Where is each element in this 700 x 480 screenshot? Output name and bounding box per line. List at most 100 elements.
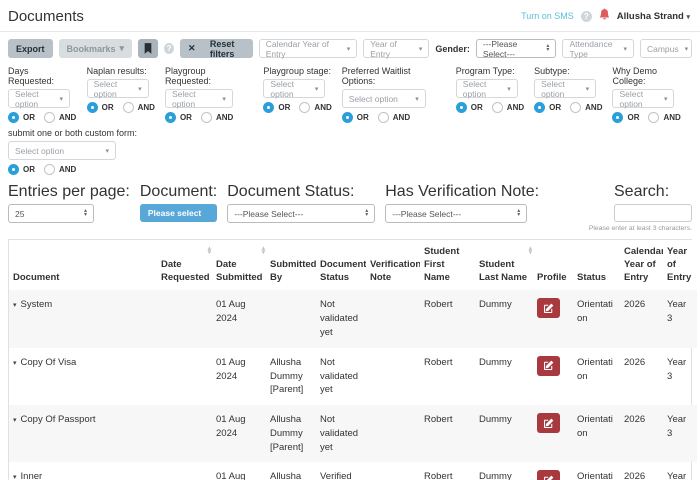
and-label: AND [59, 113, 76, 122]
custom-form-dropdown[interactable]: Select option▾ [8, 141, 116, 160]
select-placeholder: Select option [349, 94, 398, 104]
filter-why-demo-college: Why Demo College: Select option▾ ORAND [612, 66, 692, 123]
search-input[interactable] [614, 204, 692, 222]
filter-playgroup-stage: Playgroup stage: Select option▾ ORAND [263, 66, 331, 123]
top-header: Documents Turn on SMS ? Allusha Strand ▾ [0, 0, 700, 32]
year-of-entry-dropdown[interactable]: Year of Entry ▾ [363, 39, 429, 58]
turn-on-sms-link[interactable]: Turn on SMS [521, 11, 574, 21]
bookmarks-dropdown-button[interactable]: Bookmarks ▾ [59, 39, 133, 58]
calendar-year-of-entry-dropdown[interactable]: Calendar Year of Entry ▾ [259, 39, 358, 58]
preferred-waitlist-options-dropdown[interactable]: Select option ▾ [342, 89, 426, 108]
or-radio[interactable] [342, 112, 353, 123]
col-date-requested[interactable]: Date Requested▴▾ [157, 240, 212, 290]
gender-select[interactable]: ---Please Select--- ▴▾ [476, 39, 557, 58]
or-radio[interactable] [456, 102, 467, 113]
date-submitted-cell: 01 Aug 2024 [212, 462, 266, 480]
playgroup-requested-dropdown[interactable]: Select option▾ [165, 89, 233, 108]
calendar-year-of-entry-placeholder: Calendar Year of Entry [266, 39, 341, 59]
has-verification-note-group: Has Verification Note: ---Please Select-… [385, 183, 539, 223]
status-cell: Orientation [573, 462, 620, 480]
col-date-submitted[interactable]: Date Submitted▴▾ [212, 240, 266, 290]
date-requested-cell [157, 405, 212, 462]
and-radio[interactable] [492, 102, 503, 113]
chevron-down-icon: ▾ [415, 95, 419, 103]
and-radio[interactable] [44, 112, 55, 123]
document-name: Inner [21, 471, 43, 480]
filter-label: Days Requested: [8, 66, 77, 86]
bookmark-save-button[interactable] [138, 39, 158, 58]
controls-row: Entries per page: 25 ▴▾ Document: Please… [0, 175, 700, 232]
row-expand-icon[interactable]: ▾ [13, 474, 17, 480]
submitted-by-cell: Allusha Dummy [Parent] [266, 348, 316, 405]
why-demo-college-dropdown[interactable]: Select option▾ [612, 89, 674, 108]
col-student-first-name: Student First Name [420, 240, 475, 290]
year-cell: Year 3 [663, 462, 697, 480]
and-radio[interactable] [378, 112, 389, 123]
document-name: Copy Of Passport [21, 414, 96, 425]
col-profile: Profile [533, 240, 573, 290]
select-arrows-icon: ▴▾ [365, 210, 368, 217]
profile-button[interactable] [537, 356, 560, 376]
submitted-by-cell: Allusha Strand [Staff] [266, 462, 316, 480]
table-row: ▾ Inner 01 Aug 2024 Allusha Strand [Staff… [9, 462, 697, 480]
chevron-down-icon: ▾ [315, 85, 319, 93]
reset-filters-button[interactable]: ✕ Reset filters [180, 39, 253, 58]
table-row: ▾Copy Of Passport 01 Aug 2024 Allusha Du… [9, 405, 697, 462]
notification-bell-icon[interactable] [599, 7, 610, 25]
campus-dropdown[interactable]: Campus ▾ [640, 39, 692, 58]
page-title: Documents [8, 8, 84, 25]
or-radio[interactable] [165, 112, 176, 123]
and-radio[interactable] [123, 102, 134, 113]
and-radio[interactable] [570, 102, 581, 113]
filter-days-requested: Days Requested: Select option▾ ORAND [8, 66, 77, 123]
subtype-dropdown[interactable]: Select option▾ [534, 79, 596, 98]
profile-button[interactable] [537, 298, 560, 318]
or-radio[interactable] [8, 164, 19, 175]
row-expand-icon[interactable]: ▾ [13, 302, 17, 309]
col-student-last-name[interactable]: Student Last Name▴▾ [475, 240, 533, 290]
naplan-results-dropdown[interactable]: Select option▾ [87, 79, 149, 98]
col-label: Date Requested [161, 259, 210, 283]
sms-help-icon[interactable]: ? [581, 11, 592, 22]
days-requested-dropdown[interactable]: Select option▾ [8, 89, 70, 108]
reset-filters-label: Reset filters [200, 39, 245, 59]
year-cell: Year 3 [663, 405, 697, 462]
select-placeholder: Select option [15, 89, 53, 109]
and-radio[interactable] [648, 112, 659, 123]
or-radio[interactable] [263, 102, 274, 113]
row-expand-icon[interactable]: ▾ [13, 360, 17, 367]
user-menu[interactable]: Allusha Strand ▾ [617, 11, 690, 22]
document-group: Document: Please select [140, 183, 217, 222]
and-radio[interactable] [299, 102, 310, 113]
profile-button[interactable] [537, 413, 560, 433]
document-status-select[interactable]: ---Please Select--- ▴▾ [227, 204, 375, 223]
has-verification-note-select[interactable]: ---Please Select--- ▴▾ [385, 204, 527, 223]
submitted-by-cell [266, 290, 316, 347]
profile-cell [533, 348, 573, 405]
select-placeholder: Select option [270, 79, 308, 99]
or-radio[interactable] [87, 102, 98, 113]
and-radio[interactable] [201, 112, 212, 123]
playgroup-stage-dropdown[interactable]: Select option ▾ [263, 79, 325, 98]
row-expand-icon[interactable]: ▾ [13, 417, 17, 424]
select-arrows-icon: ▴▾ [546, 45, 549, 52]
col-document: Document [9, 240, 157, 290]
bookmarks-help-icon[interactable]: ? [164, 43, 174, 54]
attendance-type-dropdown[interactable]: Attendance Type ▾ [562, 39, 634, 58]
status-cell: Orientation [573, 405, 620, 462]
program-type-dropdown[interactable]: Select option▾ [456, 79, 518, 98]
or-radio[interactable] [612, 112, 623, 123]
profile-button[interactable] [537, 470, 560, 480]
document-please-select-button[interactable]: Please select [140, 204, 217, 222]
year-of-entry-placeholder: Year of Entry [370, 39, 413, 59]
user-name: Allusha Strand [617, 11, 684, 22]
entries-per-page-select[interactable]: 25 ▴▾ [8, 204, 94, 223]
col-document-status: Document Status [316, 240, 366, 290]
or-radio[interactable] [8, 112, 19, 123]
export-button[interactable]: Export [8, 39, 53, 58]
and-radio[interactable] [44, 164, 55, 175]
or-label: OR [549, 103, 561, 112]
attendance-type-placeholder: Attendance Type [569, 39, 617, 59]
and-label: AND [314, 103, 331, 112]
or-radio[interactable] [534, 102, 545, 113]
